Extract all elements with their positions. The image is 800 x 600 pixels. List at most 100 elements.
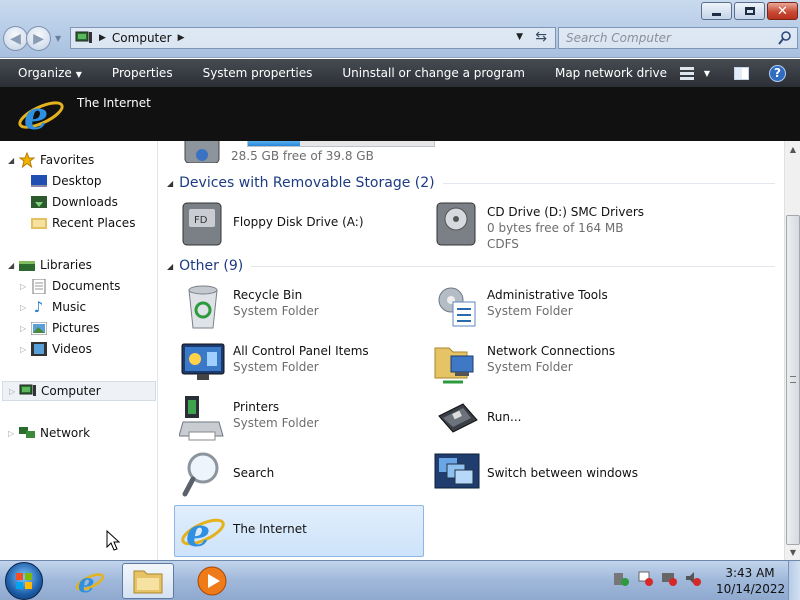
run-name: Run... [487, 410, 522, 424]
administrative-tools-tile[interactable]: Administrative Tools System Folder [429, 282, 679, 334]
printers-tile[interactable]: Printers System Folder [175, 394, 425, 446]
address-bar[interactable]: ▶ Computer ▶ ▼ ⇆ [70, 27, 556, 49]
expand-right-icon[interactable]: ▷ [8, 429, 18, 438]
collapse-icon[interactable]: ◢ [167, 179, 173, 188]
svg-text:e: e [186, 510, 210, 554]
nav-music[interactable]: ▷ ♪ Music [20, 297, 86, 317]
expand-right-icon[interactable]: ▷ [20, 303, 30, 312]
search-tile[interactable]: Search [175, 450, 425, 502]
refresh-icon[interactable]: ⇆ [535, 29, 547, 45]
taskbar-windows-explorer[interactable] [122, 563, 174, 599]
mouse-cursor-icon [106, 530, 120, 551]
floppy-drive-tile[interactable]: FD Floppy Disk Drive (A:) [175, 199, 425, 251]
cd-drive-tile[interactable]: CD Drive (D:) SMC Drivers 0 bytes free o… [429, 199, 679, 251]
start-button[interactable] [5, 562, 43, 600]
volume-muted-icon[interactable] [684, 569, 702, 587]
internet-tile[interactable]: e The Internet [174, 505, 424, 557]
content-pane: 28.5 GB free of 39.8 GB ◢ Devices with R… [159, 141, 784, 560]
organize-label: Organize [18, 66, 72, 80]
videos-icon [30, 342, 47, 357]
chevron-right-icon[interactable]: ▶ [178, 33, 185, 43]
recent-pages-dropdown[interactable]: ▼ [55, 34, 61, 43]
music-icon: ♪ [33, 298, 44, 316]
navigation-buttons: ◀ ▶ ▼ [3, 26, 61, 51]
minimize-button[interactable] [701, 2, 732, 20]
change-view-icon[interactable] [679, 67, 694, 80]
expand-down-icon[interactable]: ◢ [8, 261, 18, 270]
network-connections-tile[interactable]: Network Connections System Folder [429, 338, 679, 390]
expand-right-icon[interactable]: ▷ [20, 324, 30, 333]
nav-recent-places[interactable]: Recent Places [30, 213, 135, 233]
expand-right-icon[interactable]: ▷ [9, 387, 19, 396]
expand-right-icon[interactable]: ▷ [20, 282, 30, 291]
chevron-right-icon[interactable]: ▶ [99, 33, 106, 43]
map-network-drive-button[interactable]: Map network drive [540, 66, 682, 80]
group-divider [251, 265, 775, 267]
nav-network[interactable]: ▷ Network [8, 423, 90, 443]
floppy-drive-icon: FD [182, 202, 222, 246]
switch-windows-tile[interactable]: Switch between windows [429, 450, 679, 502]
computer-icon [19, 384, 36, 399]
star-icon [18, 152, 35, 168]
preview-pane-icon[interactable] [734, 66, 749, 80]
scroll-down-icon[interactable]: ▼ [785, 544, 800, 560]
control-panel-tile[interactable]: All Control Panel Items System Folder [175, 338, 425, 390]
administrative-tools-name: Administrative Tools [487, 288, 608, 302]
pictures-icon [30, 321, 47, 336]
run-tile[interactable]: Run... [429, 394, 679, 446]
nav-libraries[interactable]: ◢ Libraries [8, 255, 92, 275]
nav-downloads[interactable]: Downloads [30, 192, 118, 212]
close-button[interactable]: ✕ [767, 2, 798, 20]
network-connections-name: Network Connections [487, 344, 616, 358]
back-button[interactable]: ◀ [3, 26, 28, 51]
nav-documents[interactable]: ▷ Documents [20, 276, 120, 296]
clock[interactable]: 3:43 AM 10/14/2022 [716, 565, 786, 597]
help-icon[interactable]: ? [769, 64, 786, 82]
administrative-tools-type: System Folder [487, 304, 573, 318]
search-icon[interactable] [777, 30, 793, 46]
cd-drive-name: CD Drive (D:) SMC Drivers [487, 205, 645, 219]
network-icon [18, 426, 35, 441]
arrow-right-icon: ▶ [33, 30, 44, 47]
expand-right-icon[interactable]: ▷ [20, 345, 30, 354]
nav-pictures[interactable]: ▷ Pictures [20, 318, 100, 338]
organize-button[interactable]: Organize ▼ [0, 66, 97, 80]
media-player-icon [197, 566, 227, 596]
group-header-removable[interactable]: ◢ Devices with Removable Storage (2) [167, 173, 775, 193]
uninstall-program-button[interactable]: Uninstall or change a program [327, 66, 540, 80]
breadcrumb-computer[interactable]: Computer [112, 31, 172, 45]
printer-icon [179, 396, 224, 441]
local-disk-tile[interactable]: 28.5 GB free of 39.8 GB [175, 141, 435, 167]
search-input[interactable]: Search Computer [566, 31, 671, 45]
expand-down-icon[interactable]: ◢ [8, 156, 18, 165]
network-error-icon[interactable] [660, 569, 678, 587]
group-header-other[interactable]: ◢ Other (9) [167, 256, 775, 276]
taskbar-media-player[interactable] [186, 563, 238, 599]
vertical-scrollbar[interactable]: ▲ ▼ [784, 141, 800, 560]
collapse-icon[interactable]: ◢ [167, 262, 173, 271]
nav-favorites[interactable]: ◢ Favorites [8, 150, 94, 170]
show-desktop-button[interactable] [788, 561, 800, 600]
system-properties-button[interactable]: System properties [188, 66, 328, 80]
action-center-icon[interactable] [612, 569, 630, 587]
views-dropdown-icon[interactable]: ▼ [704, 69, 710, 78]
scroll-up-icon[interactable]: ▲ [785, 141, 800, 157]
properties-button[interactable]: Properties [97, 66, 188, 80]
scrollbar-thumb[interactable] [786, 215, 800, 545]
forward-button[interactable]: ▶ [26, 26, 51, 51]
taskbar-internet-explorer[interactable]: e [64, 563, 116, 599]
printers-type: System Folder [233, 416, 319, 430]
recycle-bin-tile[interactable]: Recycle Bin System Folder [175, 282, 425, 334]
flag-error-icon[interactable] [636, 569, 654, 587]
maximize-button[interactable] [734, 2, 765, 20]
clock-time: 3:43 AM [725, 566, 775, 580]
address-dropdown-icon[interactable]: ▼ [516, 32, 523, 42]
nav-computer[interactable]: ▷ Computer [2, 381, 156, 401]
recycle-bin-type: System Folder [233, 304, 319, 318]
nav-desktop[interactable]: Desktop [30, 171, 102, 191]
navigation-pane: ◢ Favorites Desktop Downloads Recent Pla… [0, 141, 158, 560]
nav-videos[interactable]: ▷ Videos [20, 339, 92, 359]
clock-date: 10/14/2022 [716, 582, 786, 596]
recycle-bin-icon [188, 285, 218, 329]
search-box[interactable]: Search Computer [558, 27, 798, 49]
